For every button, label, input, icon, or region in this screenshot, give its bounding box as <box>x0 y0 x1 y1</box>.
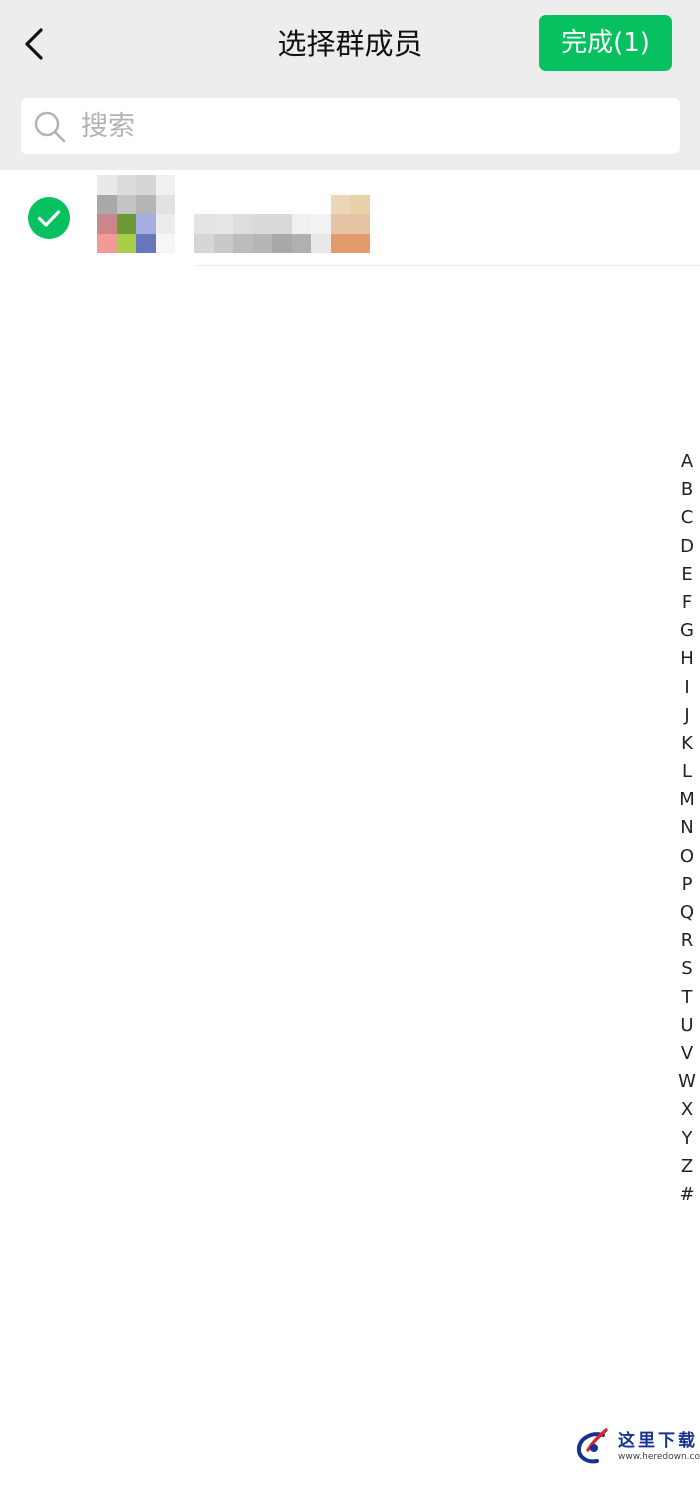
watermark-url: www.heredown.com <box>618 1452 700 1462</box>
index-letter[interactable]: H <box>672 645 700 673</box>
done-button[interactable]: 完成(1) <box>539 15 672 71</box>
index-letter[interactable]: U <box>672 1012 700 1040</box>
index-letter[interactable]: N <box>672 814 700 842</box>
heredown-logo <box>576 1428 608 1464</box>
search-box[interactable] <box>21 98 680 154</box>
index-letter[interactable]: D <box>672 533 700 561</box>
back-button[interactable] <box>14 22 54 66</box>
index-letter[interactable]: A <box>672 448 700 476</box>
index-letter[interactable]: K <box>672 730 700 758</box>
chevron-left-icon <box>25 28 43 60</box>
row-divider <box>194 265 700 266</box>
index-letter[interactable]: Z <box>672 1153 700 1181</box>
index-letter[interactable]: E <box>672 561 700 589</box>
index-letter[interactable]: W <box>672 1068 700 1096</box>
index-letter[interactable]: O <box>672 843 700 871</box>
index-letter[interactable]: F <box>672 589 700 617</box>
index-letter[interactable]: T <box>672 984 700 1012</box>
alphabet-index[interactable]: A B C D E F G H I J K L M N O P Q R S T U V W X Y Z # <box>672 448 700 1209</box>
index-letter[interactable]: B <box>672 476 700 504</box>
index-letter[interactable]: P <box>672 871 700 899</box>
index-letter[interactable]: M <box>672 786 700 814</box>
top-bar: 选择群成员 完成(1) <box>0 0 700 170</box>
check-circle-icon[interactable] <box>27 196 71 240</box>
avatar <box>97 175 175 253</box>
index-letter[interactable]: R <box>672 927 700 955</box>
index-letter[interactable]: I <box>672 674 700 702</box>
index-letter[interactable]: Q <box>672 899 700 927</box>
index-letter[interactable]: S <box>672 955 700 983</box>
index-letter[interactable]: X <box>672 1096 700 1124</box>
watermark: 这里下载 www.heredown.com <box>570 1424 700 1486</box>
index-letter[interactable]: C <box>672 504 700 532</box>
search-icon <box>34 111 66 143</box>
index-letter[interactable]: # <box>672 1181 700 1209</box>
index-letter[interactable]: G <box>672 617 700 645</box>
index-letter[interactable]: Y <box>672 1125 700 1153</box>
index-letter[interactable]: L <box>672 758 700 786</box>
member-name-blurred <box>194 195 370 253</box>
index-letter[interactable]: V <box>672 1040 700 1068</box>
index-letter[interactable]: J <box>672 702 700 730</box>
search-input[interactable] <box>81 98 661 154</box>
watermark-text: 这里下载 <box>618 1431 698 1451</box>
member-row[interactable] <box>0 170 700 266</box>
